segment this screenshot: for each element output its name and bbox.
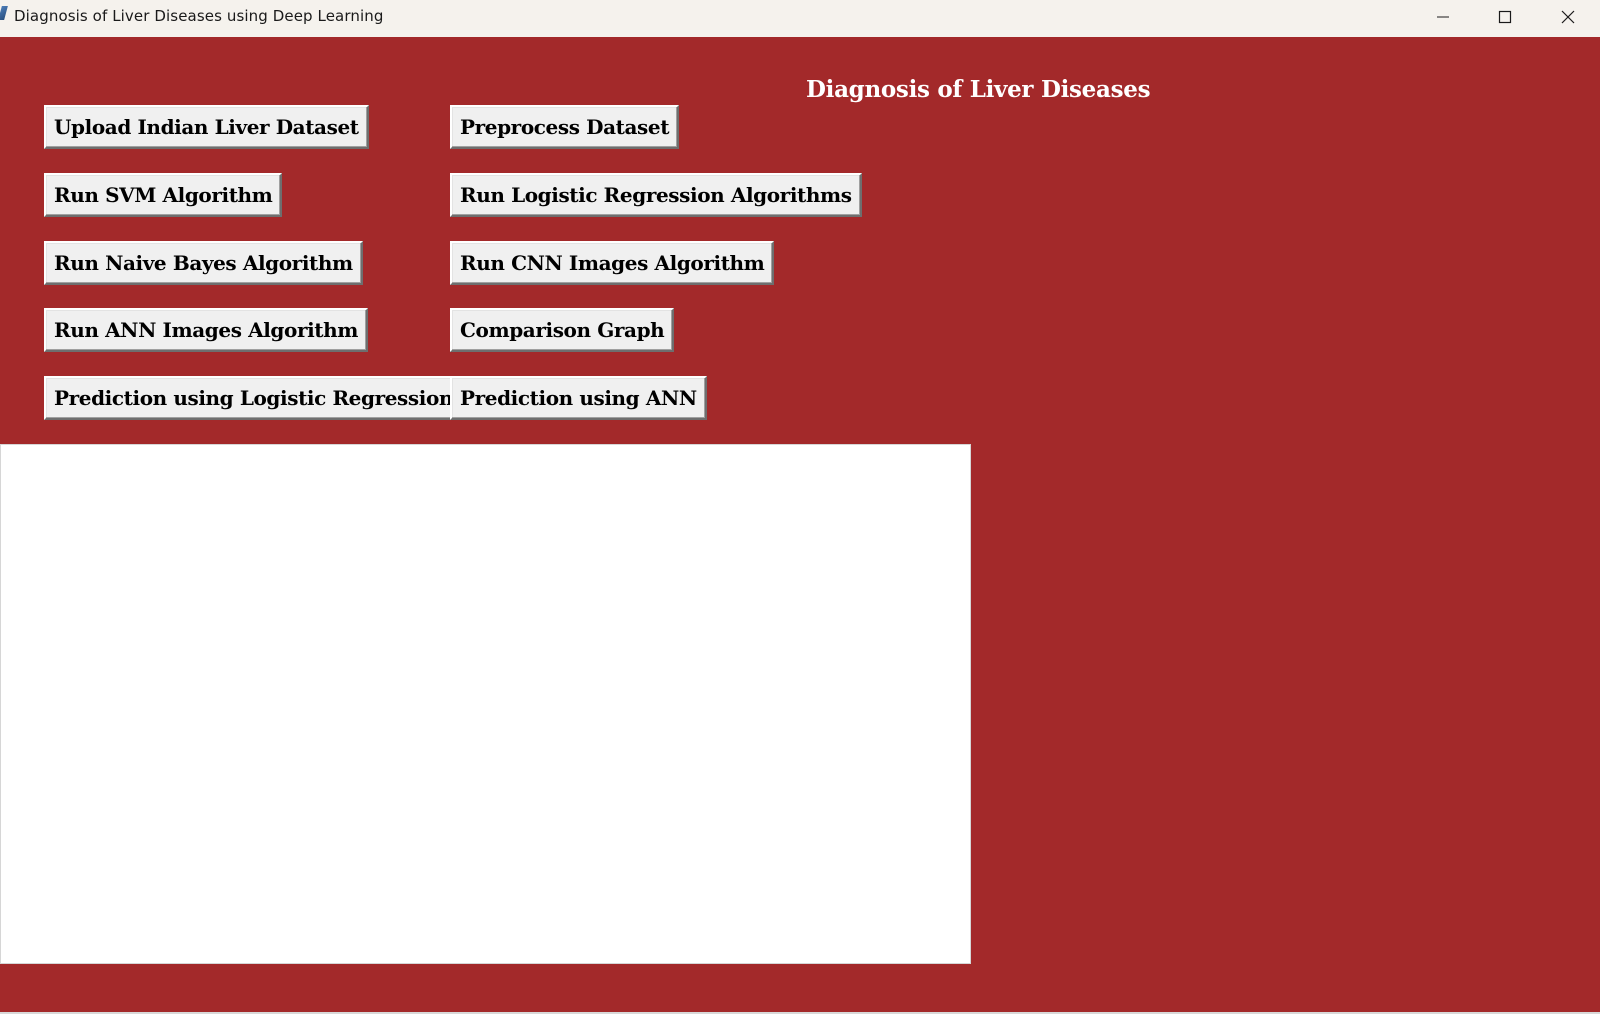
- run-ann-button[interactable]: Run ANN Images Algorithm: [44, 308, 369, 352]
- app-window: Diagnosis of Liver Diseases using Deep L…: [0, 0, 1600, 1014]
- preprocess-dataset-button[interactable]: Preprocess Dataset: [450, 105, 680, 149]
- run-logistic-regression-button[interactable]: Run Logistic Regression Algorithms: [450, 173, 862, 217]
- close-button[interactable]: [1537, 0, 1599, 33]
- maximize-icon: [1498, 10, 1512, 23]
- run-cnn-button[interactable]: Run CNN Images Algorithm: [450, 241, 775, 285]
- app-icon: [0, 6, 8, 20]
- title-bar[interactable]: Diagnosis of Liver Diseases using Deep L…: [0, 0, 1600, 37]
- minimize-icon: [1437, 16, 1449, 17]
- window-title: Diagnosis of Liver Diseases using Deep L…: [14, 7, 384, 25]
- run-naive-bayes-button[interactable]: Run Naive Bayes Algorithm: [44, 241, 363, 285]
- close-icon: [1561, 10, 1575, 23]
- output-text-area[interactable]: [0, 444, 971, 964]
- run-svm-button[interactable]: Run SVM Algorithm: [44, 173, 283, 217]
- page-title: Diagnosis of Liver Diseases: [806, 76, 1151, 103]
- predict-logistic-regression-button[interactable]: Prediction using Logistic Regression: [44, 376, 464, 420]
- main-panel: Diagnosis of Liver Diseases Upload India…: [0, 37, 1600, 1012]
- minimize-button[interactable]: [1412, 0, 1474, 33]
- comparison-graph-button[interactable]: Comparison Graph: [450, 308, 675, 352]
- maximize-button[interactable]: [1474, 0, 1536, 33]
- upload-dataset-button[interactable]: Upload Indian Liver Dataset: [44, 105, 369, 149]
- predict-ann-button[interactable]: Prediction using ANN: [450, 376, 707, 420]
